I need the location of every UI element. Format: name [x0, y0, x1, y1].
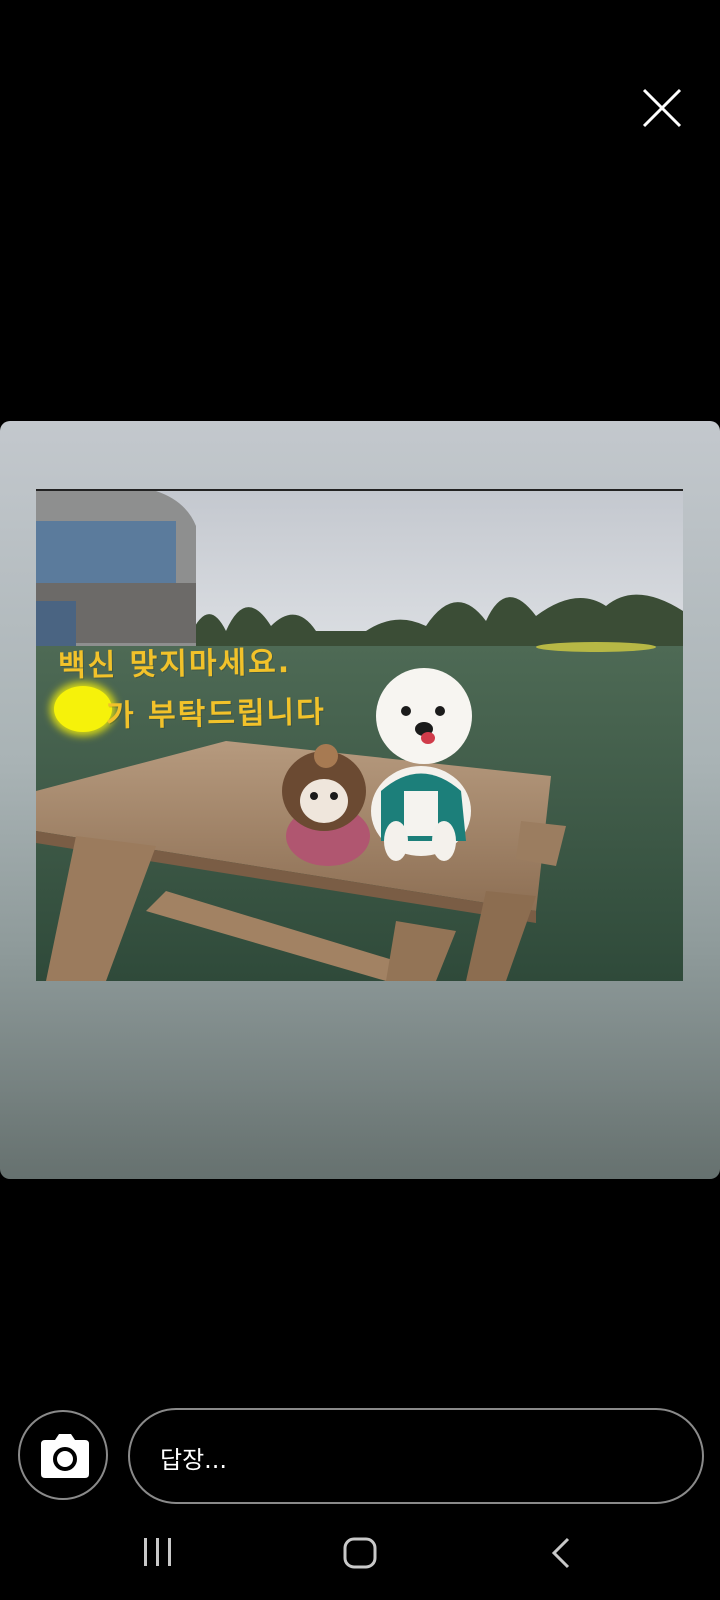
recents-icon: [144, 1538, 171, 1566]
yellow-scribble-redaction: [54, 686, 112, 732]
photo-dogs-on-picnic-table: [36, 491, 683, 981]
overlay-text-line2: 가 부탁드립니다: [105, 695, 327, 734]
back-icon: [551, 1537, 570, 1569]
camera-icon: [41, 1434, 89, 1478]
home-icon: [343, 1537, 377, 1569]
overlay-text-line1: 백신 맞지마세요.: [57, 644, 292, 685]
reply-placeholder: 답장...: [160, 1446, 228, 1474]
close-button[interactable]: [640, 86, 684, 130]
recents-button[interactable]: [140, 1536, 176, 1572]
home-button[interactable]: [342, 1536, 378, 1574]
back-button[interactable]: [548, 1536, 576, 1574]
system-nav-bar: [0, 1520, 720, 1600]
camera-button[interactable]: [18, 1410, 108, 1500]
reply-input[interactable]: 답장...: [128, 1408, 704, 1504]
story-card[interactable]: 백신 맞지마세요. 가 부탁드립니다: [0, 421, 720, 1179]
close-icon: [642, 88, 682, 128]
story-photo: 백신 맞지마세요. 가 부탁드립니다: [36, 489, 683, 981]
